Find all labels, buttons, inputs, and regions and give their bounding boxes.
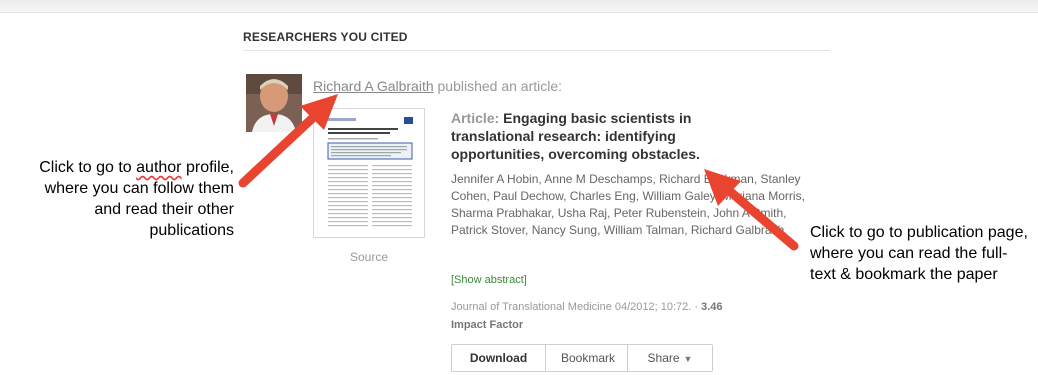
author-avatar[interactable] xyxy=(246,74,302,132)
annotation-left-line1: Click to go to xyxy=(39,159,137,176)
author-profile-annotation: Click to go to author profile, where you… xyxy=(30,157,234,241)
publication-thumbnail[interactable] xyxy=(313,108,425,238)
chevron-down-icon: ▼ xyxy=(683,354,693,364)
article-type-label: Article: xyxy=(451,110,500,126)
impact-factor-value: 3.46 xyxy=(701,301,723,313)
article-authors: Jennifer A Hobin, Anne M Deschamps, Rich… xyxy=(451,172,805,237)
article-action-buttons: Download Bookmark Share ▼ xyxy=(451,344,713,372)
show-abstract-link[interactable]: [Show abstract] xyxy=(451,274,527,286)
annotation-left-keyword: author xyxy=(136,159,182,176)
download-button[interactable]: Download xyxy=(452,345,546,371)
share-button[interactable]: Share ▼ xyxy=(628,345,712,371)
section-title: RESEARCHERS YOU CITED xyxy=(243,30,408,44)
article-title-link[interactable]: Article: Engaging basic scientists in tr… xyxy=(451,109,751,163)
article-journal-info: Journal of Translational Medicine 04/201… xyxy=(451,298,791,334)
feed-headline: Richard A Galbraith published an article… xyxy=(313,78,562,94)
window-frame-top xyxy=(0,0,1038,12)
share-button-label: Share xyxy=(647,351,680,365)
section-divider xyxy=(243,50,830,51)
thumbnail-source-label: Source xyxy=(349,250,389,264)
publication-page-annotation: Click to go to publication page, where y… xyxy=(810,224,1028,283)
impact-factor-label: Impact Factor xyxy=(451,319,524,331)
document-preview-icon xyxy=(324,115,416,233)
bookmark-button[interactable]: Bookmark xyxy=(546,345,628,371)
avatar-photo-icon xyxy=(246,74,302,132)
window-frame-divider xyxy=(0,12,1038,13)
author-name-link[interactable]: Richard A Galbraith xyxy=(313,78,434,94)
feed-action-text: published an article: xyxy=(433,78,563,94)
journal-citation: Journal of Translational Medicine 04/201… xyxy=(451,301,702,313)
